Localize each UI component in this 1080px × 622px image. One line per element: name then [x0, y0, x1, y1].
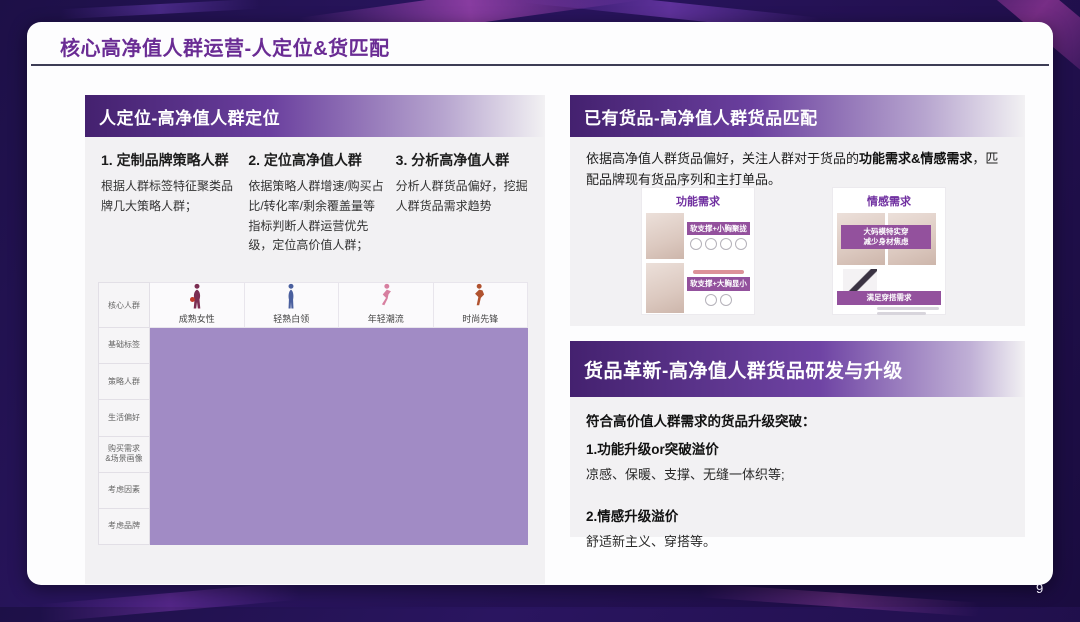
row-label-life-preference: 生活偏好	[98, 400, 150, 437]
slide-title: 核心高净值人群运营-人定位&货匹配	[60, 38, 390, 60]
functional-need-title: 功能需求	[676, 196, 720, 208]
step-1-body: 根据人群标签特征聚类品牌几大策略人群；	[101, 179, 234, 213]
table-column-young-trendy: 年轻潮流	[339, 282, 434, 328]
caption-placeholder	[876, 306, 939, 310]
feature-icon-row	[687, 293, 750, 306]
functional-need-card: 功能需求 软支撑+小胸聚拢 软支撑+大胸显小	[642, 188, 754, 314]
person-icon	[475, 283, 485, 306]
feature-icon	[705, 293, 717, 306]
step-2-body: 依据策略人群增速/购买占比/转化率/剩余覆盖量等指标判断人群运营优先级，定位高价…	[248, 179, 384, 253]
person-icon	[189, 283, 201, 309]
page-number: 9	[1036, 581, 1044, 596]
background-streak	[39, 581, 301, 622]
model-photo	[646, 213, 684, 259]
person-icon	[381, 283, 391, 306]
panel-people-positioning-header: 人定位-高净值人群定位	[85, 95, 545, 137]
upgrade-intro: 符合高价值人群需求的货品升级突破：	[586, 414, 816, 429]
upgrade-item-2-body: 舒适新主义、穿搭等。	[586, 534, 717, 549]
table-column-label: 时尚先锋	[462, 314, 499, 324]
feature-icon	[690, 238, 702, 251]
feature-icon	[705, 238, 717, 251]
upgrade-item-2-heading: 2.情感升级溢价	[586, 509, 679, 524]
panel-existing-goods-header: 已有货品-高净值人群货品匹配	[570, 95, 1025, 137]
step-3-body: 分析人群货品偏好，挖掘人群货品需求趋势	[395, 179, 528, 213]
slide-card: 核心高净值人群运营-人定位&货匹配 人定位-高净值人群定位 1. 定制品牌策略人…	[27, 22, 1053, 585]
table-column-fashion-pioneer: 时尚先锋	[433, 282, 528, 328]
step-3-heading: 3. 分析高净值人群	[395, 152, 510, 168]
row-label-basic-tags: 基础标签	[98, 328, 150, 365]
panel-goods-innovation: 货品革新-高净值人群货品研发与升级 符合高价值人群需求的货品升级突破： 1.功能…	[570, 341, 1025, 549]
feature-icon	[720, 293, 732, 306]
table-column-mature-woman: 成熟女性	[150, 282, 245, 328]
row-label-consideration-brands: 考虑品牌	[98, 508, 150, 546]
intro-text: 依据高净值人群货品偏好，关注人群对于货品的	[586, 151, 860, 166]
product-example-row: 软支撑+小胸聚拢	[646, 213, 750, 259]
model-photo	[646, 263, 684, 313]
feature-icon-row	[687, 238, 750, 251]
table-corner-cell: 核心人群	[98, 282, 150, 328]
product-banner: 软支撑+小胸聚拢	[687, 221, 750, 236]
row-label-purchase-demand: 购买需求 &场景画像	[98, 436, 150, 473]
goods-innovation-body: 符合高价值人群需求的货品升级突破： 1.功能升级or突破溢价 凉感、保暖、支撑、…	[570, 397, 1025, 550]
feature-icon	[720, 238, 732, 251]
title-divider	[31, 64, 1049, 66]
feature-icon	[735, 238, 747, 251]
upgrade-item-1-body: 凉感、保暖、支撑、无缝一体织等;	[586, 467, 785, 482]
row-label-consideration-factors: 考虑因素	[98, 472, 150, 509]
step-3: 3. 分析高净值人群 分析人群货品偏好，挖掘人群货品需求趋势	[396, 150, 531, 256]
panel-people-positioning: 人定位-高净值人群定位 1. 定制品牌策略人群 根据人群标签特征聚类品牌几大策略…	[85, 95, 545, 584]
product-example-row: 满足穿搭需求	[837, 269, 941, 315]
intro-bold-text: 功能需求&情感需求	[859, 151, 973, 166]
caption-placeholder	[876, 311, 927, 315]
upgrade-item-1-heading: 1.功能升级or突破溢价	[586, 442, 719, 457]
crowd-table-header-row: 核心人群 成熟女性 轻熟白领 年轻潮流 时尚先锋	[98, 282, 528, 328]
product-banner: 满足穿搭需求	[837, 291, 941, 305]
table-redacted-content	[150, 328, 528, 545]
product-example-info: 软支撑+小胸聚拢	[687, 213, 750, 259]
product-example-row: 软支撑+大胸显小	[646, 263, 750, 313]
row-label-strategy-crowd: 策略人群	[98, 364, 150, 401]
emotional-need-title: 情感需求	[867, 196, 911, 208]
product-example-row: 大码模特实穿 减少身材焦虑	[837, 213, 941, 265]
crowd-table-body: 基础标签 策略人群 生活偏好 购买需求 &场景画像 考虑因素 考虑品牌	[98, 328, 528, 546]
emotional-need-card: 情感需求 大码模特实穿 减少身材焦虑 满足穿搭需求	[833, 188, 945, 315]
background-streak	[699, 583, 981, 617]
table-column-label: 成熟女性	[178, 314, 215, 324]
product-example-info: 软支撑+大胸显小	[687, 263, 750, 313]
crowd-table: 核心人群 成熟女性 轻熟白领 年轻潮流 时尚先锋 基础标签 策略人群 生活偏好 …	[98, 282, 528, 546]
positioning-steps: 1. 定制品牌策略人群 根据人群标签特征聚类品牌几大策略人群； 2. 定位高净值…	[85, 137, 545, 256]
step-2: 2. 定位高净值人群 依据策略人群增速/购买占比/转化率/剩余覆盖量等指标判断人…	[248, 150, 383, 256]
panel-goods-innovation-header: 货品革新-高净值人群货品研发与升级	[570, 341, 1025, 397]
background-streak	[59, 0, 261, 20]
table-column-young-professional: 轻熟白领	[244, 282, 339, 328]
product-banner: 大码模特实穿 减少身材焦虑	[841, 225, 931, 249]
goods-match-intro: 依据高净值人群货品偏好，关注人群对于货品的功能需求&情感需求，匹配品牌现有货品序…	[570, 137, 1025, 191]
panel-existing-goods-match: 已有货品-高净值人群货品匹配 依据高净值人群货品偏好，关注人群对于货品的功能需求…	[570, 95, 1025, 326]
step-1: 1. 定制品牌策略人群 根据人群标签特征聚类品牌几大策略人群；	[101, 150, 236, 256]
product-banner: 软支撑+大胸显小	[687, 277, 750, 291]
person-icon	[288, 283, 294, 309]
step-2-heading: 2. 定位高净值人群	[248, 152, 362, 168]
table-column-label: 年轻潮流	[367, 314, 404, 324]
highlight-text-placeholder	[693, 270, 744, 275]
table-column-label: 轻熟白领	[273, 314, 310, 324]
step-1-heading: 1. 定制品牌策略人群	[101, 152, 229, 168]
crowd-table-row-labels: 基础标签 策略人群 生活偏好 购买需求 &场景画像 考虑因素 考虑品牌	[98, 328, 150, 546]
